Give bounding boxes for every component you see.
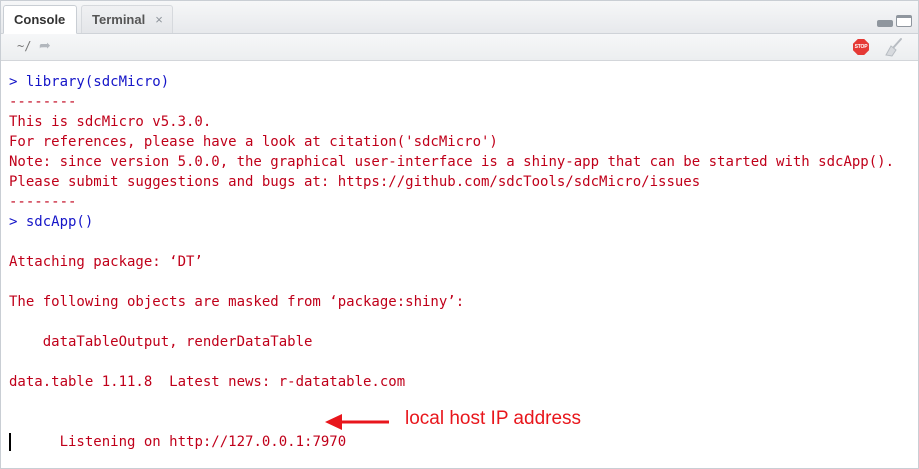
console-output-line: For references, please have a look at ci… — [9, 134, 498, 150]
console-output-line: Attaching package: ‘DT’ — [9, 254, 203, 270]
tab-console-label: Console — [14, 12, 66, 27]
annotation-label: local host IP address — [405, 408, 582, 429]
maximize-button[interactable] — [896, 15, 912, 27]
console-command-line: > library(sdcMicro) — [9, 74, 170, 90]
working-directory: ~/ — [17, 39, 32, 53]
console-output-line: Please submit suggestions and bugs at: h… — [9, 174, 701, 190]
window-controls — [877, 15, 912, 27]
console-output[interactable]: > library(sdcMicro) -------- This is sdcMi… — [1, 63, 918, 468]
listening-text: Listening on http://127.0.0.1:7970 — [59, 434, 347, 450]
arrow-go-icon[interactable]: ➦ — [39, 37, 51, 54]
console-output-line: -------- — [9, 94, 77, 110]
close-icon[interactable]: × — [155, 12, 163, 27]
console-output-line: The following objects are masked from ‘p… — [9, 294, 465, 310]
red-arrow-icon — [325, 414, 389, 430]
console-output-line: dataTableOutput, renderDataTable — [9, 334, 313, 350]
minimize-button[interactable] — [877, 20, 893, 27]
tab-terminal-label: Terminal — [92, 12, 146, 27]
tab-bar: Console Terminal × — [1, 1, 918, 34]
tab-console[interactable]: Console — [3, 5, 77, 34]
console-output-line: Note: since version 5.0.0, the graphical… — [9, 154, 895, 170]
console-output-line: This is sdcMicro v5.3.0. — [9, 114, 212, 130]
listening-line: Listening on http://127.0.0.1:7970 local… — [9, 408, 918, 451]
console-output-line: -------- — [9, 194, 77, 210]
console-pane: Console Terminal × ~/ ➦ STOP > library(s… — [0, 0, 919, 469]
broom-icon[interactable] — [882, 37, 904, 57]
console-lines: > library(sdcMicro) -------- This is sdcMi… — [9, 72, 918, 412]
console-command-line: > sdcApp() — [9, 214, 94, 230]
console-toolbar: ~/ ➦ STOP — [1, 34, 918, 61]
stop-label: STOP — [854, 44, 868, 50]
stop-icon[interactable]: STOP — [853, 39, 869, 55]
console-output-line: data.table 1.11.8 Latest news: r-datatab… — [9, 374, 406, 390]
tab-terminal[interactable]: Terminal × — [81, 5, 173, 33]
